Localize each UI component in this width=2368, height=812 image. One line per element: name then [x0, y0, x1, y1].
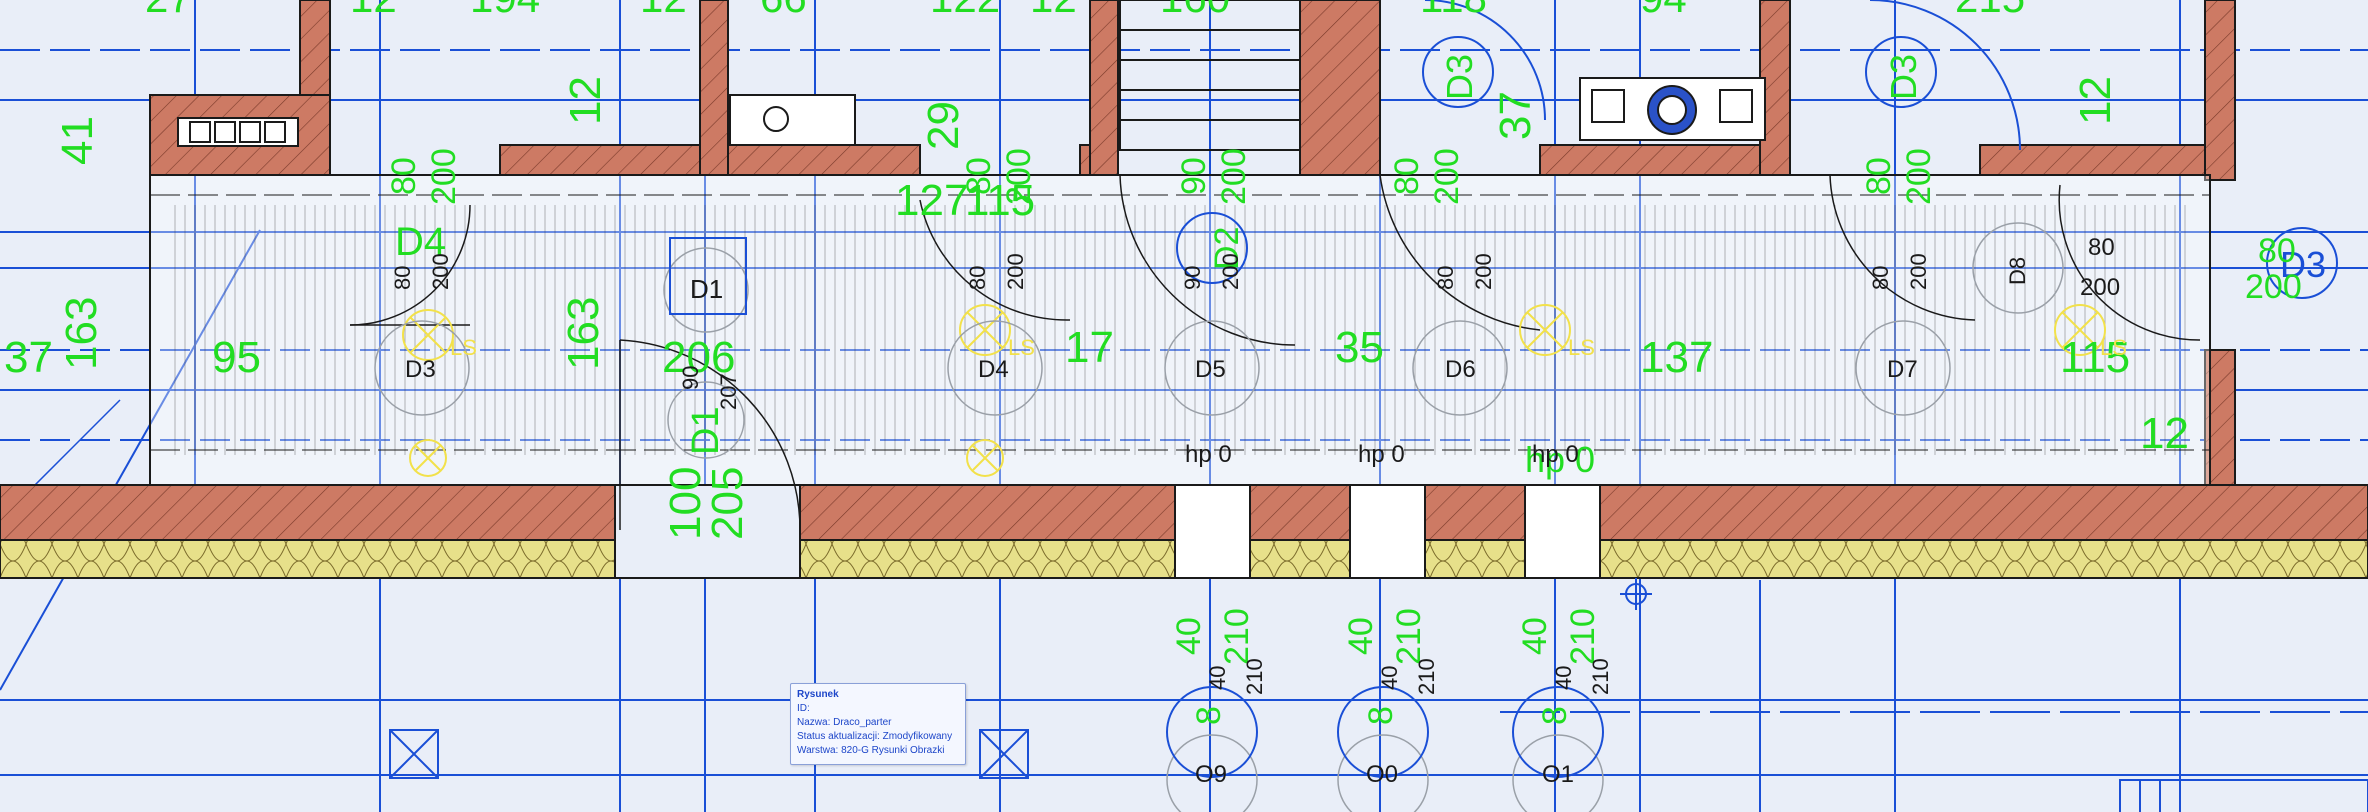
door-dim-200-5: 200 [1900, 148, 1938, 205]
door-dim-80-4: 80 [1388, 157, 1426, 195]
win3-h: 210 [1588, 658, 1613, 695]
door1-w: 80 [390, 266, 415, 290]
room-d5: D5 [1195, 356, 1226, 383]
dim-37-v: 37 [1491, 91, 1540, 140]
door-dim-90-3: 90 [1175, 157, 1213, 195]
dim-66: 66 [760, 0, 807, 21]
dim-17: 17 [1065, 323, 1114, 372]
win3-w: 40 [1551, 666, 1576, 690]
tooltip-status: Status aktualizacji: Zmodyfikowany [797, 731, 953, 742]
corridor-floor [149, 174, 2211, 486]
dim-12-c: 12 [1030, 0, 1077, 21]
room-d7: D7 [1887, 356, 1918, 383]
ls-1: LS [450, 335, 477, 360]
door2-h: 200 [1003, 253, 1028, 290]
ls-2: LS [1008, 335, 1035, 360]
door-dim-200-3: 200 [1215, 148, 1253, 205]
win-dim-40-1: 40 [1170, 617, 1208, 655]
dim-12-a: 12 [350, 0, 397, 21]
win-dim-40-2: 40 [1342, 617, 1380, 655]
win2-w: 40 [1377, 666, 1402, 690]
win2-h: 210 [1414, 658, 1439, 695]
dim-122: 122 [930, 0, 1000, 21]
win1-w: 40 [1205, 666, 1230, 690]
dim-12-v2: 12 [2071, 76, 2120, 125]
dim-205-v: 205 [703, 467, 752, 540]
door-mid-h: 207 [716, 373, 741, 410]
door2-w: 80 [965, 266, 990, 290]
label-o1: O1 [1542, 761, 1574, 788]
room-d1-box: D1 [690, 274, 723, 304]
door5-w: 80 [1868, 266, 1893, 290]
dim-163-v1: 163 [57, 297, 106, 370]
door-right-h: 200 [2080, 274, 2120, 301]
dim-200-right: 200 [2245, 268, 2302, 306]
kitchen-unit-icon [177, 117, 299, 147]
hp0-1: hp 0 [1185, 441, 1232, 468]
door-mid-w: 90 [678, 366, 703, 390]
room-d6: D6 [1445, 356, 1476, 383]
room-d8: D8 [2005, 257, 2030, 285]
dim-94: 94 [1640, 0, 1687, 21]
dim-127: 127 [895, 176, 968, 225]
ls-3: LS [1568, 335, 1595, 360]
dim-194: 194 [470, 0, 540, 21]
drawing-info-tooltip: Rysunek ID: Nazwa: Draco_parter Status a… [790, 683, 966, 765]
bottom-right-frame [2119, 779, 2368, 812]
door-dim-200-2: 200 [1000, 148, 1038, 205]
tooltip-layer: Warstwa: 820-G Rysunki Obrazki [797, 745, 945, 756]
floor-plan-canvas[interactable]: 27 12 194 12 66 122 12 160 118 94 215 41… [0, 0, 2368, 812]
dim-215: 215 [1955, 0, 2025, 21]
win-dim-210-1: 210 [1218, 608, 1256, 665]
door4-w: 80 [1433, 266, 1458, 290]
dim-35: 35 [1335, 323, 1384, 372]
label-d3-top-right: D3 [1883, 54, 1924, 100]
dim-12-h: 12 [2140, 409, 2189, 458]
tooltip-title: Rysunek [797, 689, 839, 700]
win-dim-8-2: 8 [1362, 706, 1400, 725]
door3-h: 200 [1218, 253, 1243, 290]
door5-h: 200 [1906, 253, 1931, 290]
dim-27: 27 [145, 0, 192, 21]
tooltip-name: Nazwa: Draco_parter [797, 717, 892, 728]
door-dim-80-5: 80 [1860, 157, 1898, 195]
door3-w: 90 [1180, 266, 1205, 290]
room-d4: D4 [978, 356, 1009, 383]
door-dim-200-4: 200 [1428, 148, 1466, 205]
label-d1-vertical: D1 [685, 406, 727, 455]
hp0-2: hp 0 [1358, 441, 1405, 468]
label-o0: O0 [1366, 761, 1398, 788]
door-dim-80-1: 80 [385, 157, 423, 195]
dim-137: 137 [1640, 333, 1713, 382]
win-dim-8-1: 8 [1190, 706, 1228, 725]
dim-95: 95 [212, 333, 261, 382]
door4-h: 200 [1471, 253, 1496, 290]
ls-4: LS [2100, 335, 2127, 360]
label-d3-top-left: D3 [1439, 54, 1480, 100]
win1-h: 210 [1242, 658, 1267, 695]
win-dim-40-3: 40 [1516, 617, 1554, 655]
dim-12-v1: 12 [561, 76, 610, 125]
tooltip-id: ID: [797, 703, 810, 714]
dim-37-h: 37 [4, 333, 53, 382]
dim-163-v2: 163 [559, 297, 608, 370]
label-o9: O9 [1195, 761, 1227, 788]
hp0-3: hp 0 [1532, 441, 1579, 468]
dim-12-b: 12 [640, 0, 687, 21]
door-dim-200-1: 200 [425, 148, 463, 205]
bath-fixtures-icon [729, 77, 1766, 146]
door1-h: 200 [428, 253, 453, 290]
dim-41: 41 [53, 116, 102, 165]
dim-160: 160 [1160, 0, 1230, 21]
room-d3: D3 [405, 356, 436, 383]
door-dim-80-2: 80 [960, 157, 998, 195]
win-dim-210-2: 210 [1390, 608, 1428, 665]
dim-80-right: 80 [2258, 232, 2296, 270]
dim-29-v: 29 [919, 101, 968, 150]
dim-118: 118 [1420, 0, 1487, 21]
win-dim-210-3: 210 [1564, 608, 1602, 665]
crosshair-icon [1620, 578, 1652, 610]
door-right-w: 80 [2088, 234, 2115, 261]
win-dim-8-3: 8 [1536, 706, 1574, 725]
